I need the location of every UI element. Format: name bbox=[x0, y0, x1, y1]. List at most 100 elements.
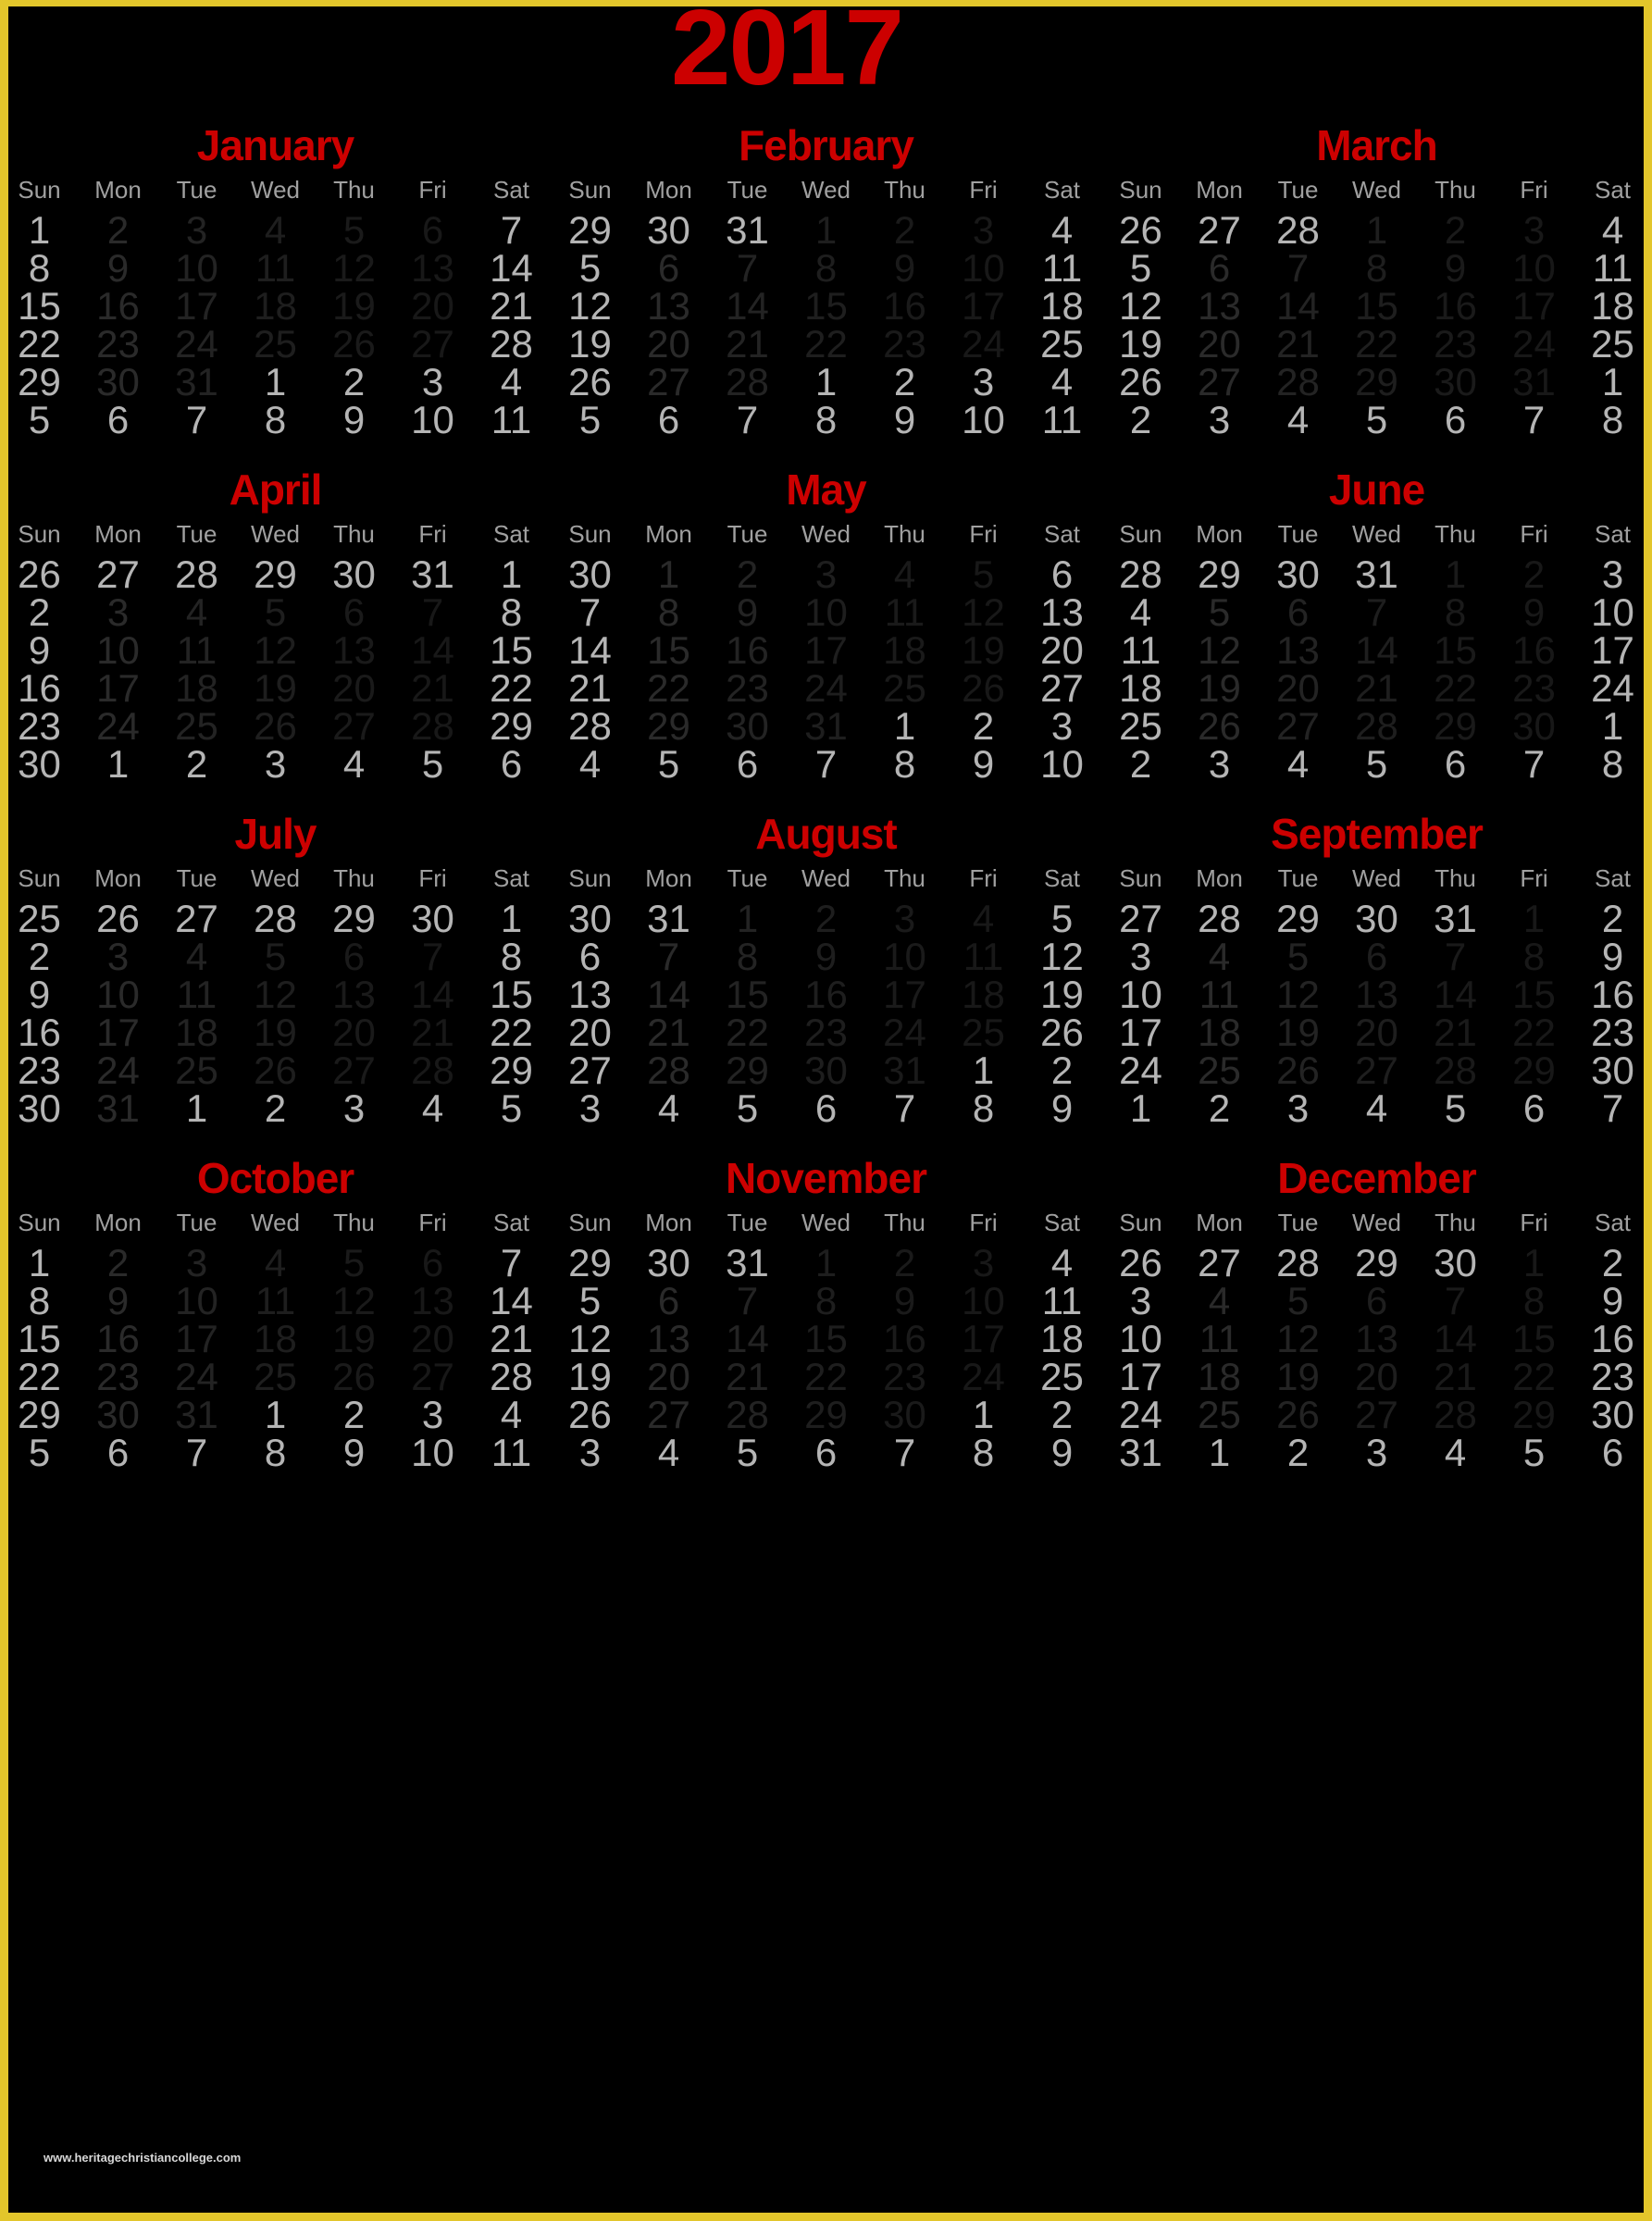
day-cell[interactable]: 6 bbox=[629, 1282, 708, 1321]
day-cell[interactable]: 27 bbox=[157, 900, 236, 938]
day-cell[interactable]: 8 bbox=[1416, 593, 1495, 632]
day-cell[interactable]: 20 bbox=[1337, 1358, 1416, 1396]
day-cell[interactable]: 8 bbox=[629, 593, 708, 632]
day-cell[interactable]: 1 bbox=[8, 211, 79, 250]
day-cell[interactable]: 9 bbox=[315, 1433, 393, 1472]
day-cell[interactable]: 16 bbox=[1495, 631, 1573, 670]
day-cell[interactable]: 12 bbox=[1259, 1320, 1337, 1359]
day-cell[interactable]: 3 bbox=[1337, 1433, 1416, 1472]
day-cell[interactable]: 14 bbox=[708, 1320, 787, 1359]
day-cell[interactable]: 7 bbox=[1416, 1282, 1495, 1321]
day-cell[interactable]: 23 bbox=[1416, 325, 1495, 364]
day-cell[interactable]: 5 bbox=[1416, 1089, 1495, 1128]
day-cell[interactable]: 1 bbox=[1101, 1089, 1180, 1128]
day-cell[interactable]: 7 bbox=[708, 249, 787, 288]
day-cell[interactable]: 7 bbox=[1416, 937, 1495, 976]
day-cell[interactable]: 16 bbox=[8, 669, 79, 708]
day-cell[interactable]: 10 bbox=[1495, 249, 1573, 288]
day-cell[interactable]: 31 bbox=[708, 211, 787, 250]
day-cell[interactable]: 26 bbox=[1259, 1051, 1337, 1090]
day-cell[interactable]: 27 bbox=[1337, 1051, 1416, 1090]
day-cell[interactable]: 19 bbox=[236, 669, 315, 708]
day-cell[interactable]: 5 bbox=[944, 555, 1023, 594]
day-cell[interactable]: 2 bbox=[157, 745, 236, 784]
day-cell[interactable]: 5 bbox=[1023, 900, 1101, 938]
day-cell[interactable]: 12 bbox=[1101, 287, 1180, 326]
day-cell[interactable]: 9 bbox=[1495, 593, 1573, 632]
day-cell[interactable]: 17 bbox=[157, 287, 236, 326]
day-cell[interactable]: 28 bbox=[1259, 363, 1337, 402]
day-cell[interactable]: 27 bbox=[629, 363, 708, 402]
day-cell[interactable]: 18 bbox=[1101, 669, 1180, 708]
day-cell[interactable]: 24 bbox=[944, 1358, 1023, 1396]
day-cell[interactable]: 8 bbox=[236, 401, 315, 440]
day-cell[interactable]: 5 bbox=[8, 401, 79, 440]
day-cell[interactable]: 6 bbox=[315, 937, 393, 976]
day-cell[interactable]: 13 bbox=[629, 287, 708, 326]
day-cell[interactable]: 5 bbox=[236, 937, 315, 976]
day-cell[interactable]: 8 bbox=[1573, 401, 1644, 440]
day-cell[interactable]: 18 bbox=[236, 287, 315, 326]
day-cell[interactable]: 23 bbox=[865, 325, 944, 364]
day-cell[interactable]: 10 bbox=[393, 401, 472, 440]
day-cell[interactable]: 16 bbox=[865, 287, 944, 326]
day-cell[interactable]: 17 bbox=[1573, 631, 1644, 670]
day-cell[interactable]: 31 bbox=[393, 555, 472, 594]
day-cell[interactable]: 9 bbox=[79, 1282, 157, 1321]
day-cell[interactable]: 2 bbox=[708, 555, 787, 594]
day-cell[interactable]: 10 bbox=[1101, 975, 1180, 1014]
day-cell[interactable]: 23 bbox=[8, 707, 79, 746]
day-cell[interactable]: 11 bbox=[157, 975, 236, 1014]
day-cell[interactable]: 30 bbox=[1259, 555, 1337, 594]
day-cell[interactable]: 28 bbox=[1259, 211, 1337, 250]
day-cell[interactable]: 6 bbox=[315, 593, 393, 632]
day-cell[interactable]: 2 bbox=[944, 707, 1023, 746]
day-cell[interactable]: 26 bbox=[79, 900, 157, 938]
day-cell[interactable]: 4 bbox=[1023, 1244, 1101, 1283]
day-cell[interactable]: 30 bbox=[315, 555, 393, 594]
day-cell[interactable]: 18 bbox=[1180, 1358, 1259, 1396]
day-cell[interactable]: 22 bbox=[1337, 325, 1416, 364]
day-cell[interactable]: 11 bbox=[236, 1282, 315, 1321]
day-cell[interactable]: 9 bbox=[1023, 1433, 1101, 1472]
day-cell[interactable]: 4 bbox=[1337, 1089, 1416, 1128]
day-cell[interactable]: 28 bbox=[629, 1051, 708, 1090]
day-cell[interactable]: 19 bbox=[1259, 1013, 1337, 1052]
day-cell[interactable]: 5 bbox=[1180, 593, 1259, 632]
day-cell[interactable]: 3 bbox=[393, 363, 472, 402]
day-cell[interactable]: 20 bbox=[393, 1320, 472, 1359]
day-cell[interactable]: 14 bbox=[1337, 631, 1416, 670]
day-cell[interactable]: 19 bbox=[551, 325, 629, 364]
day-cell[interactable]: 27 bbox=[1259, 707, 1337, 746]
day-cell[interactable]: 25 bbox=[1180, 1396, 1259, 1434]
day-cell[interactable]: 6 bbox=[551, 937, 629, 976]
day-cell[interactable]: 14 bbox=[629, 975, 708, 1014]
day-cell[interactable]: 30 bbox=[393, 900, 472, 938]
day-cell[interactable]: 6 bbox=[1495, 1089, 1573, 1128]
day-cell[interactable]: 12 bbox=[236, 975, 315, 1014]
day-cell[interactable]: 17 bbox=[79, 1013, 157, 1052]
day-cell[interactable]: 5 bbox=[551, 1282, 629, 1321]
day-cell[interactable]: 23 bbox=[708, 669, 787, 708]
day-cell[interactable]: 30 bbox=[1337, 900, 1416, 938]
day-cell[interactable]: 15 bbox=[472, 975, 551, 1014]
day-cell[interactable]: 3 bbox=[1023, 707, 1101, 746]
day-cell[interactable]: 4 bbox=[551, 745, 629, 784]
day-cell[interactable]: 29 bbox=[551, 211, 629, 250]
day-cell[interactable]: 1 bbox=[79, 745, 157, 784]
day-cell[interactable]: 6 bbox=[1337, 1282, 1416, 1321]
day-cell[interactable]: 6 bbox=[1023, 555, 1101, 594]
day-cell[interactable]: 29 bbox=[472, 1051, 551, 1090]
day-cell[interactable]: 29 bbox=[708, 1051, 787, 1090]
day-cell[interactable]: 24 bbox=[1101, 1396, 1180, 1434]
day-cell[interactable]: 4 bbox=[472, 363, 551, 402]
day-cell[interactable]: 2 bbox=[1180, 1089, 1259, 1128]
day-cell[interactable]: 17 bbox=[944, 287, 1023, 326]
day-cell[interactable]: 1 bbox=[1573, 707, 1644, 746]
day-cell[interactable]: 25 bbox=[157, 707, 236, 746]
day-cell[interactable]: 27 bbox=[393, 1358, 472, 1396]
day-cell[interactable]: 31 bbox=[787, 707, 865, 746]
day-cell[interactable]: 4 bbox=[629, 1433, 708, 1472]
day-cell[interactable]: 31 bbox=[865, 1051, 944, 1090]
day-cell[interactable]: 4 bbox=[472, 1396, 551, 1434]
